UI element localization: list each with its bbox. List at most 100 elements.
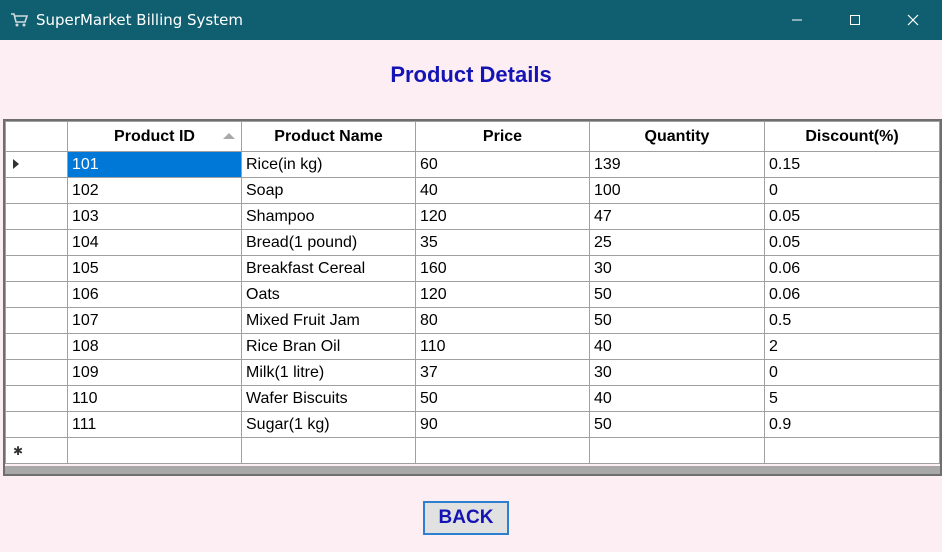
- cell-quantity[interactable]: 25: [589, 229, 765, 256]
- table-row[interactable]: 111 Sugar(1 kg) 90 50 0.9: [5, 411, 940, 438]
- cell-product-name[interactable]: Wafer Biscuits: [241, 385, 416, 412]
- cell-empty[interactable]: [589, 437, 765, 464]
- cell-product-id[interactable]: 111: [67, 411, 242, 438]
- cell-price[interactable]: 110: [415, 333, 590, 360]
- cell-product-id[interactable]: 109: [67, 359, 242, 386]
- cell-product-id[interactable]: 108: [67, 333, 242, 360]
- cell-discount[interactable]: 0.5: [764, 307, 940, 334]
- cell-quantity[interactable]: 50: [589, 411, 765, 438]
- cell-discount[interactable]: 0.9: [764, 411, 940, 438]
- table-row[interactable]: 106 Oats 120 50 0.06: [5, 281, 940, 308]
- maximize-button[interactable]: [826, 0, 884, 40]
- cell-quantity[interactable]: 100: [589, 177, 765, 204]
- row-header[interactable]: [5, 177, 68, 204]
- cell-price[interactable]: 90: [415, 411, 590, 438]
- cell-empty[interactable]: [415, 437, 590, 464]
- cell-product-id[interactable]: 101: [67, 151, 242, 178]
- table-row[interactable]: 108 Rice Bran Oil 110 40 2: [5, 333, 940, 360]
- row-header[interactable]: [5, 203, 68, 230]
- row-header[interactable]: [5, 333, 68, 360]
- cell-price[interactable]: 120: [415, 281, 590, 308]
- row-header[interactable]: [5, 411, 68, 438]
- cell-product-id[interactable]: 106: [67, 281, 242, 308]
- row-header[interactable]: [5, 307, 68, 334]
- cell-discount[interactable]: 0: [764, 177, 940, 204]
- cell-discount[interactable]: 5: [764, 385, 940, 412]
- cell-discount[interactable]: 0.15: [764, 151, 940, 178]
- row-header[interactable]: [5, 229, 68, 256]
- column-header-discount[interactable]: Discount(%): [764, 121, 940, 152]
- cell-product-name[interactable]: Oats: [241, 281, 416, 308]
- back-button[interactable]: BACK: [423, 501, 509, 535]
- cell-product-name[interactable]: Milk(1 litre): [241, 359, 416, 386]
- cell-product-name[interactable]: Sugar(1 kg): [241, 411, 416, 438]
- cell-quantity[interactable]: 40: [589, 333, 765, 360]
- cell-product-name[interactable]: Mixed Fruit Jam: [241, 307, 416, 334]
- window-title: SuperMarket Billing System: [36, 11, 243, 29]
- column-header-quantity[interactable]: Quantity: [589, 121, 765, 152]
- cell-price[interactable]: 120: [415, 203, 590, 230]
- cell-quantity[interactable]: 30: [589, 359, 765, 386]
- table-row[interactable]: 107 Mixed Fruit Jam 80 50 0.5: [5, 307, 940, 334]
- cell-product-id[interactable]: 102: [67, 177, 242, 204]
- cell-product-id[interactable]: 105: [67, 255, 242, 282]
- title-bar: SuperMarket Billing System: [0, 0, 942, 40]
- cell-price[interactable]: 50: [415, 385, 590, 412]
- cell-price[interactable]: 80: [415, 307, 590, 334]
- cell-product-name[interactable]: Breakfast Cereal: [241, 255, 416, 282]
- row-header[interactable]: [5, 151, 68, 178]
- cell-product-id[interactable]: 107: [67, 307, 242, 334]
- table-row[interactable]: 101 Rice(in kg) 60 139 0.15: [5, 151, 940, 178]
- cell-quantity[interactable]: 30: [589, 255, 765, 282]
- cell-discount[interactable]: 0: [764, 359, 940, 386]
- cell-product-id[interactable]: 104: [67, 229, 242, 256]
- cell-product-name[interactable]: Rice Bran Oil: [241, 333, 416, 360]
- cell-price[interactable]: 60: [415, 151, 590, 178]
- cell-empty[interactable]: [764, 437, 940, 464]
- row-header[interactable]: [5, 385, 68, 412]
- cell-discount[interactable]: 2: [764, 333, 940, 360]
- table-row[interactable]: 103 Shampoo 120 47 0.05: [5, 203, 940, 230]
- column-header-product-name[interactable]: Product Name: [241, 121, 416, 152]
- cell-discount[interactable]: 0.05: [764, 229, 940, 256]
- cell-price[interactable]: 160: [415, 255, 590, 282]
- new-row[interactable]: ✱: [5, 437, 940, 464]
- cell-quantity[interactable]: 139: [589, 151, 765, 178]
- row-header[interactable]: [5, 255, 68, 282]
- cell-product-name[interactable]: Bread(1 pound): [241, 229, 416, 256]
- cell-product-name[interactable]: Soap: [241, 177, 416, 204]
- cell-quantity[interactable]: 47: [589, 203, 765, 230]
- cell-price[interactable]: 37: [415, 359, 590, 386]
- table-row[interactable]: 105 Breakfast Cereal 160 30 0.06: [5, 255, 940, 282]
- row-header-corner[interactable]: [5, 121, 68, 152]
- table-row[interactable]: 104 Bread(1 pound) 35 25 0.05: [5, 229, 940, 256]
- row-header[interactable]: [5, 281, 68, 308]
- cell-price[interactable]: 40: [415, 177, 590, 204]
- cell-product-id[interactable]: 103: [67, 203, 242, 230]
- table-row[interactable]: 109 Milk(1 litre) 37 30 0: [5, 359, 940, 386]
- cell-empty[interactable]: [241, 437, 416, 464]
- row-header[interactable]: [5, 359, 68, 386]
- cell-product-name[interactable]: Rice(in kg): [241, 151, 416, 178]
- cell-quantity[interactable]: 40: [589, 385, 765, 412]
- cell-discount[interactable]: 0.05: [764, 203, 940, 230]
- column-header-product-id[interactable]: Product ID: [67, 121, 242, 152]
- row-header[interactable]: ✱: [5, 437, 68, 464]
- column-header-price[interactable]: Price: [415, 121, 590, 152]
- cell-discount[interactable]: 0.06: [764, 281, 940, 308]
- cell-quantity[interactable]: 50: [589, 281, 765, 308]
- product-data-grid[interactable]: Product ID Product Name Price Quantity D…: [3, 119, 942, 476]
- cell-discount[interactable]: 0.06: [764, 255, 940, 282]
- cell-quantity[interactable]: 50: [589, 307, 765, 334]
- cell-empty[interactable]: [67, 437, 242, 464]
- minimize-button[interactable]: [768, 0, 826, 40]
- cell-product-id[interactable]: 110: [67, 385, 242, 412]
- column-header-label: Discount(%): [805, 127, 899, 145]
- cell-product-name[interactable]: Shampoo: [241, 203, 416, 230]
- close-button[interactable]: [884, 0, 942, 40]
- column-header-label: Product Name: [274, 127, 383, 145]
- column-header-label: Price: [482, 127, 523, 145]
- table-row[interactable]: 110 Wafer Biscuits 50 40 5: [5, 385, 940, 412]
- table-row[interactable]: 102 Soap 40 100 0: [5, 177, 940, 204]
- cell-price[interactable]: 35: [415, 229, 590, 256]
